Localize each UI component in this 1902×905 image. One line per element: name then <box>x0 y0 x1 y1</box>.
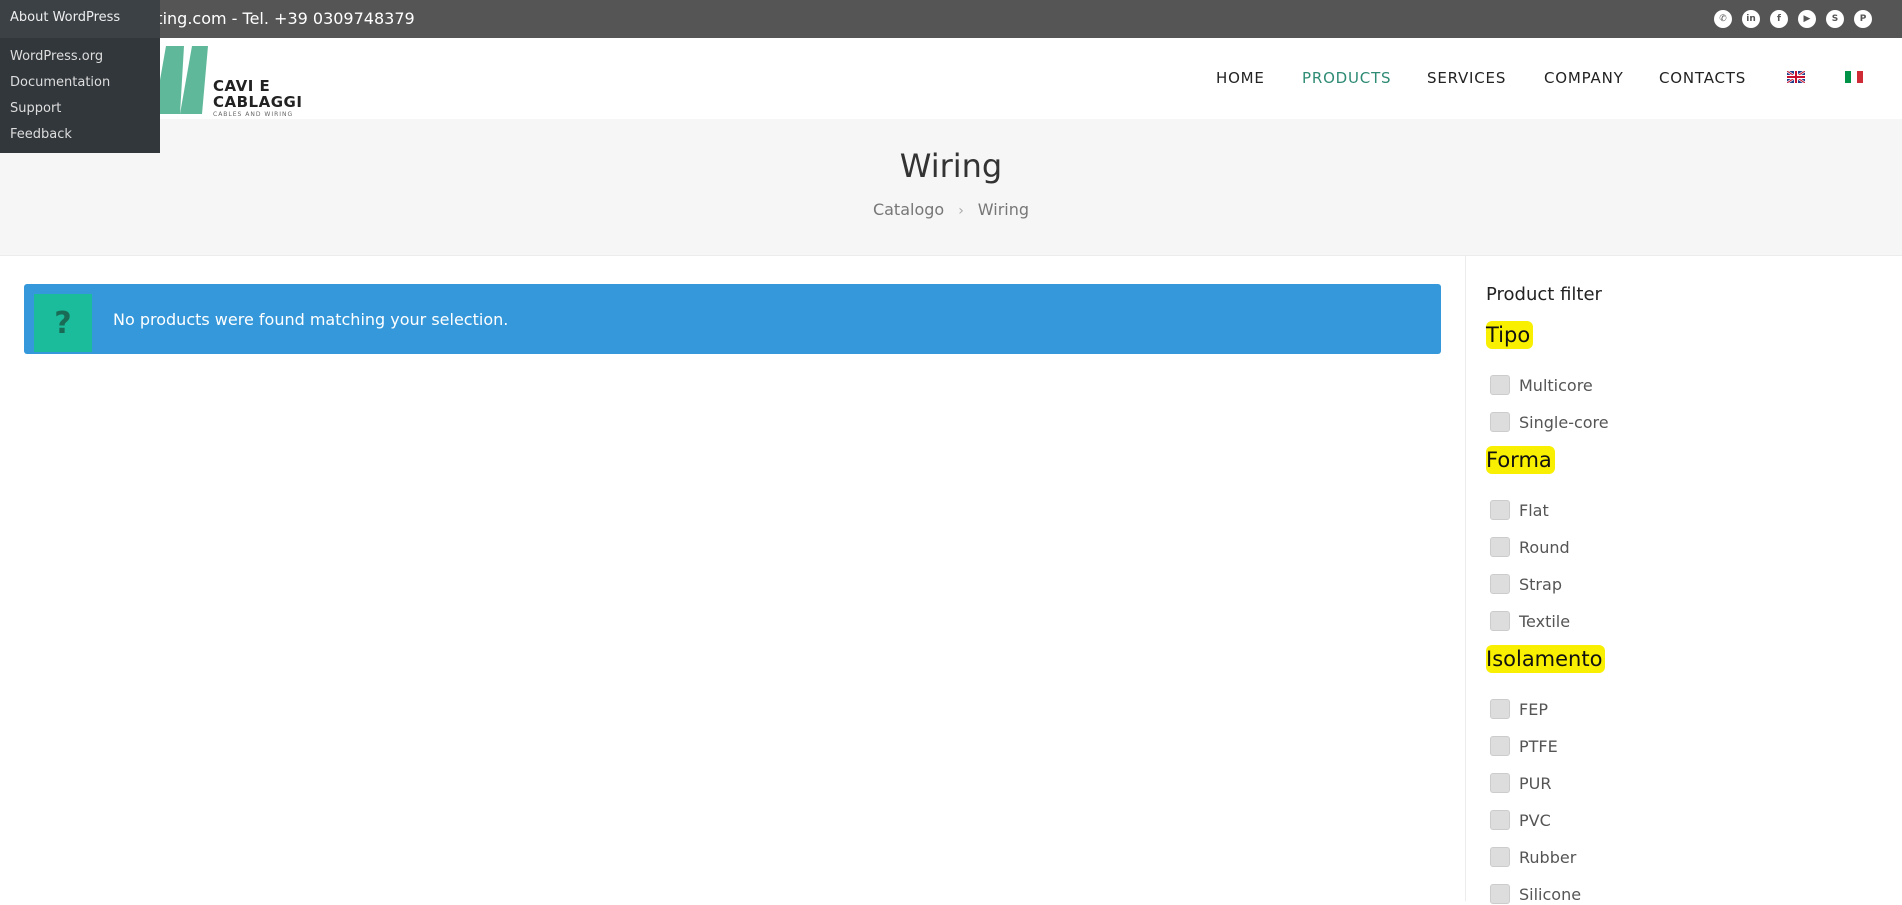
facebook-icon[interactable]: f <box>1770 10 1788 28</box>
nav-products[interactable]: PRODUCTS <box>1302 69 1391 87</box>
chevron-right-icon: › <box>958 203 964 219</box>
checkbox[interactable] <box>1490 810 1510 830</box>
filter-option-pvc[interactable]: PVC <box>1490 809 1551 831</box>
page-title-band: Wiring Catalogo › Wiring <box>0 119 1902 256</box>
main-nav: HOME PRODUCTS SERVICES COMPANY CONTACTS <box>0 69 1902 89</box>
youtube-icon[interactable]: ▶ <box>1798 10 1816 28</box>
wordpress-org-link[interactable]: WordPress.org <box>10 49 103 64</box>
nav-contacts[interactable]: CONTACTS <box>1659 69 1746 87</box>
filter-option-single-core[interactable]: Single-core <box>1490 411 1609 433</box>
wordpress-submenu: WordPress.org Documentation Support Feed… <box>0 38 160 153</box>
breadcrumb: Catalogo › Wiring <box>0 200 1902 219</box>
checkbox[interactable] <box>1490 500 1510 520</box>
filter-option-ptfe[interactable]: PTFE <box>1490 735 1558 757</box>
site-header: CAVI E CABLAGGI CABLES AND WIRING HOME P… <box>0 38 1902 119</box>
question-icon: ? <box>34 294 92 352</box>
checkbox[interactable] <box>1490 773 1510 793</box>
about-wordpress-link[interactable]: About WordPress <box>10 10 120 25</box>
product-filter-sidebar: Product filter Tipo Multicore Single-cor… <box>1465 256 1902 904</box>
filter-option-multicore[interactable]: Multicore <box>1490 374 1593 396</box>
breadcrumb-catalogo[interactable]: Catalogo <box>873 200 944 219</box>
filter-option-flat[interactable]: Flat <box>1490 499 1549 521</box>
checkbox[interactable] <box>1490 699 1510 719</box>
checkbox[interactable] <box>1490 574 1510 594</box>
top-bar: ghting.com - Tel. +39 0309748379 ✆ in f … <box>0 0 1902 38</box>
checkbox[interactable] <box>1490 847 1510 867</box>
italian-flag-icon[interactable] <box>1845 71 1863 83</box>
wordpress-menu: About WordPress WordPress.org Documentat… <box>0 0 160 153</box>
filter-option-pur[interactable]: PUR <box>1490 772 1551 794</box>
checkbox[interactable] <box>1490 736 1510 756</box>
filter-title: Product filter <box>1486 284 1602 305</box>
pinterest-icon[interactable]: P <box>1854 10 1872 28</box>
logo-subtitle: CABLES AND WIRING <box>213 111 294 118</box>
whatsapp-icon[interactable]: ✆ <box>1714 10 1732 28</box>
social-links: ✆ in f ▶ S P <box>1714 10 1872 28</box>
checkbox[interactable] <box>1490 412 1510 432</box>
checkbox[interactable] <box>1490 884 1510 904</box>
filter-group-title-forma: Forma <box>1486 446 1555 474</box>
english-flag-icon[interactable] <box>1787 71 1805 83</box>
filter-option-fep[interactable]: FEP <box>1490 698 1548 720</box>
notice-message: No products were found matching your sel… <box>113 310 509 329</box>
support-link[interactable]: Support <box>10 101 61 116</box>
nav-services[interactable]: SERVICES <box>1427 69 1506 87</box>
filter-option-round[interactable]: Round <box>1490 536 1570 558</box>
filter-option-textile[interactable]: Textile <box>1490 610 1570 632</box>
breadcrumb-current: Wiring <box>977 200 1030 219</box>
filter-option-strap[interactable]: Strap <box>1490 573 1562 595</box>
nav-home[interactable]: HOME <box>1216 69 1265 87</box>
filter-group-title-tipo: Tipo <box>1486 321 1534 349</box>
page-title: Wiring <box>899 147 1003 185</box>
checkbox[interactable] <box>1490 611 1510 631</box>
filter-group-title-isolamento: Isolamento <box>1486 645 1606 673</box>
checkbox[interactable] <box>1490 537 1510 557</box>
documentation-link[interactable]: Documentation <box>10 75 110 90</box>
feedback-link[interactable]: Feedback <box>10 127 72 142</box>
checkbox[interactable] <box>1490 375 1510 395</box>
nav-company[interactable]: COMPANY <box>1544 69 1624 87</box>
filter-option-silicone[interactable]: Silicone <box>1490 883 1581 905</box>
skype-icon[interactable]: S <box>1826 10 1844 28</box>
no-products-notice: ? No products were found matching your s… <box>24 284 1441 354</box>
linkedin-icon[interactable]: in <box>1742 10 1760 28</box>
filter-option-rubber[interactable]: Rubber <box>1490 846 1576 868</box>
contact-info: ghting.com - Tel. +39 0309748379 <box>136 9 415 28</box>
